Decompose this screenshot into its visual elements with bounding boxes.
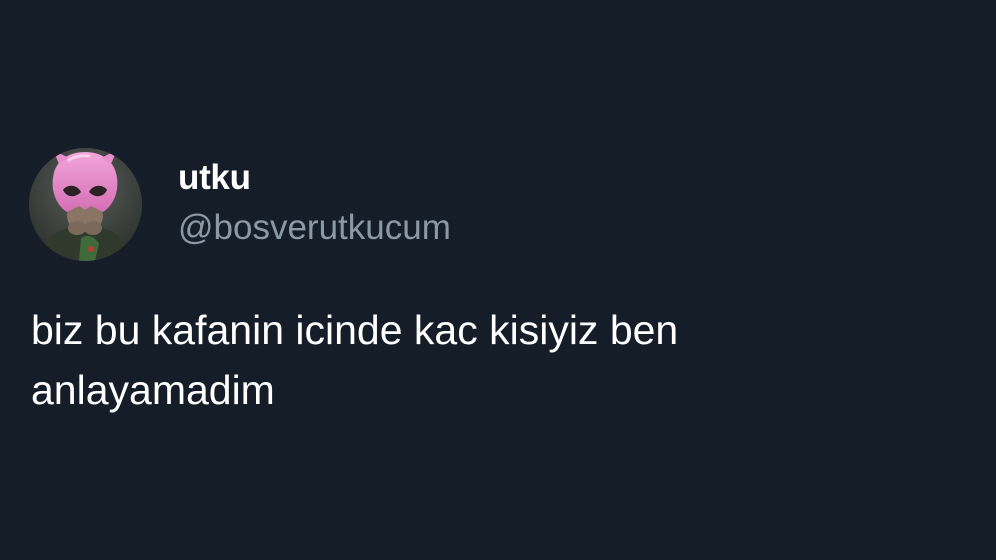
display-name[interactable]: utku bbox=[178, 157, 251, 199]
tweet-card: utku @bosverutkucum biz bu kafanin icind… bbox=[0, 0, 996, 560]
avatar[interactable] bbox=[29, 148, 142, 261]
user-handle[interactable]: @bosverutkucum bbox=[178, 207, 451, 249]
tweet-text: biz bu kafanin icinde kac kisiyiz ben an… bbox=[31, 307, 679, 413]
profile-photo-pink-mask-icon bbox=[29, 148, 142, 261]
